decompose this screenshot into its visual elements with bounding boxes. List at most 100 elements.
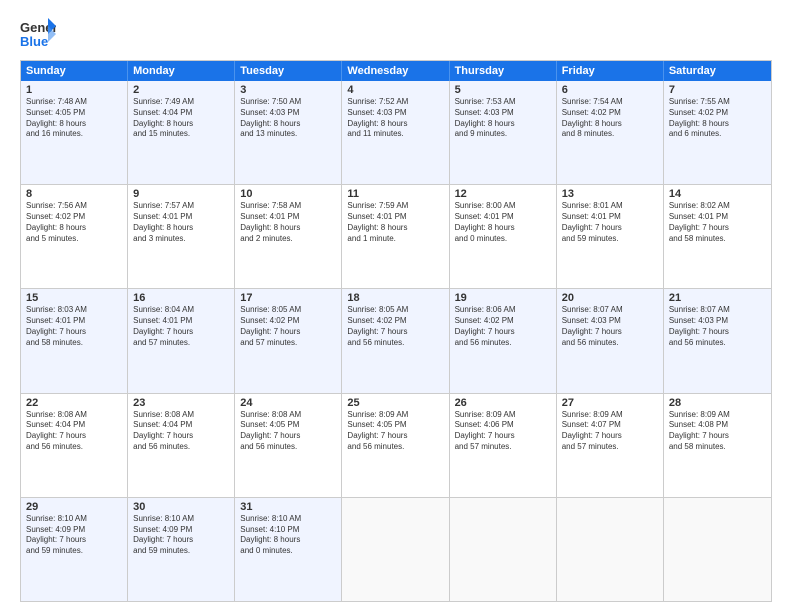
- cell-info-line: Daylight: 8 hours: [455, 223, 551, 234]
- day-number: 25: [347, 397, 443, 409]
- cell-info-line: Sunrise: 8:05 AM: [347, 305, 443, 316]
- cell-info-line: Daylight: 8 hours: [455, 119, 551, 130]
- cell-info-line: Sunrise: 7:57 AM: [133, 201, 229, 212]
- logo-icon: General Blue: [20, 16, 56, 52]
- cell-info-line: Sunset: 4:02 PM: [562, 108, 658, 119]
- day-cell-20: 20Sunrise: 8:07 AMSunset: 4:03 PMDayligh…: [557, 289, 664, 392]
- cell-info-line: Sunrise: 8:07 AM: [562, 305, 658, 316]
- cell-info-line: Daylight: 8 hours: [347, 223, 443, 234]
- cell-info-line: Daylight: 8 hours: [240, 223, 336, 234]
- cell-info-line: and 15 minutes.: [133, 129, 229, 140]
- day-number: 21: [669, 292, 766, 304]
- day-cell-15: 15Sunrise: 8:03 AMSunset: 4:01 PMDayligh…: [21, 289, 128, 392]
- day-cell-22: 22Sunrise: 8:08 AMSunset: 4:04 PMDayligh…: [21, 394, 128, 497]
- cell-info-line: Sunrise: 7:58 AM: [240, 201, 336, 212]
- day-cell-26: 26Sunrise: 8:09 AMSunset: 4:06 PMDayligh…: [450, 394, 557, 497]
- day-number: 1: [26, 84, 122, 96]
- cell-info-line: and 56 minutes.: [347, 442, 443, 453]
- day-cell-29: 29Sunrise: 8:10 AMSunset: 4:09 PMDayligh…: [21, 498, 128, 601]
- cell-info-line: Sunset: 4:03 PM: [240, 108, 336, 119]
- cell-info-line: and 9 minutes.: [455, 129, 551, 140]
- cell-info-line: Daylight: 7 hours: [133, 431, 229, 442]
- cell-info-line: Sunset: 4:02 PM: [669, 108, 766, 119]
- day-cell-10: 10Sunrise: 7:58 AMSunset: 4:01 PMDayligh…: [235, 185, 342, 288]
- day-number: 19: [455, 292, 551, 304]
- header-day-sunday: Sunday: [21, 61, 128, 81]
- day-cell-13: 13Sunrise: 8:01 AMSunset: 4:01 PMDayligh…: [557, 185, 664, 288]
- cell-info-line: Daylight: 8 hours: [562, 119, 658, 130]
- cell-info-line: and 59 minutes.: [133, 546, 229, 557]
- cell-info-line: Sunset: 4:06 PM: [455, 420, 551, 431]
- cell-info-line: Daylight: 8 hours: [26, 119, 122, 130]
- cell-info-line: and 16 minutes.: [26, 129, 122, 140]
- cell-info-line: and 57 minutes.: [455, 442, 551, 453]
- cell-info-line: Sunset: 4:01 PM: [562, 212, 658, 223]
- cell-info-line: Daylight: 7 hours: [347, 431, 443, 442]
- cell-info-line: and 56 minutes.: [133, 442, 229, 453]
- cell-info-line: and 6 minutes.: [669, 129, 766, 140]
- cell-info-line: Daylight: 7 hours: [562, 431, 658, 442]
- cell-info-line: Daylight: 8 hours: [26, 223, 122, 234]
- cell-info-line: Daylight: 7 hours: [669, 431, 766, 442]
- cell-info-line: Sunrise: 7:50 AM: [240, 97, 336, 108]
- cell-info-line: Sunrise: 7:49 AM: [133, 97, 229, 108]
- cell-info-line: Daylight: 7 hours: [347, 327, 443, 338]
- day-cell-4: 4Sunrise: 7:52 AMSunset: 4:03 PMDaylight…: [342, 81, 449, 184]
- day-number: 30: [133, 501, 229, 513]
- cell-info-line: and 0 minutes.: [240, 546, 336, 557]
- day-cell-9: 9Sunrise: 7:57 AMSunset: 4:01 PMDaylight…: [128, 185, 235, 288]
- cell-info-line: Sunset: 4:01 PM: [347, 212, 443, 223]
- cell-info-line: Sunrise: 8:08 AM: [133, 410, 229, 421]
- day-number: 6: [562, 84, 658, 96]
- cell-info-line: Sunrise: 7:53 AM: [455, 97, 551, 108]
- calendar: SundayMondayTuesdayWednesdayThursdayFrid…: [20, 60, 772, 602]
- day-number: 29: [26, 501, 122, 513]
- day-cell-12: 12Sunrise: 8:00 AMSunset: 4:01 PMDayligh…: [450, 185, 557, 288]
- cell-info-line: Sunset: 4:01 PM: [133, 212, 229, 223]
- calendar-header: SundayMondayTuesdayWednesdayThursdayFrid…: [21, 61, 771, 81]
- day-number: 2: [133, 84, 229, 96]
- calendar-week-4: 22Sunrise: 8:08 AMSunset: 4:04 PMDayligh…: [21, 394, 771, 498]
- cell-info-line: Sunset: 4:02 PM: [347, 316, 443, 327]
- cell-info-line: Daylight: 7 hours: [26, 431, 122, 442]
- day-cell-6: 6Sunrise: 7:54 AMSunset: 4:02 PMDaylight…: [557, 81, 664, 184]
- cell-info-line: Daylight: 7 hours: [26, 327, 122, 338]
- cell-info-line: and 0 minutes.: [455, 234, 551, 245]
- cell-info-line: and 58 minutes.: [669, 442, 766, 453]
- empty-cell: [664, 498, 771, 601]
- cell-info-line: Sunrise: 7:54 AM: [562, 97, 658, 108]
- cell-info-line: Sunset: 4:03 PM: [669, 316, 766, 327]
- day-number: 28: [669, 397, 766, 409]
- cell-info-line: Daylight: 7 hours: [455, 327, 551, 338]
- cell-info-line: Sunrise: 7:55 AM: [669, 97, 766, 108]
- day-number: 9: [133, 188, 229, 200]
- cell-info-line: Sunrise: 7:52 AM: [347, 97, 443, 108]
- day-number: 13: [562, 188, 658, 200]
- day-cell-18: 18Sunrise: 8:05 AMSunset: 4:02 PMDayligh…: [342, 289, 449, 392]
- cell-info-line: Sunrise: 7:56 AM: [26, 201, 122, 212]
- header-day-wednesday: Wednesday: [342, 61, 449, 81]
- cell-info-line: and 56 minutes.: [562, 338, 658, 349]
- cell-info-line: Sunrise: 8:09 AM: [669, 410, 766, 421]
- header-day-monday: Monday: [128, 61, 235, 81]
- svg-text:Blue: Blue: [20, 34, 48, 49]
- cell-info-line: Sunrise: 8:03 AM: [26, 305, 122, 316]
- day-cell-24: 24Sunrise: 8:08 AMSunset: 4:05 PMDayligh…: [235, 394, 342, 497]
- cell-info-line: Sunset: 4:04 PM: [133, 108, 229, 119]
- day-number: 18: [347, 292, 443, 304]
- cell-info-line: Sunrise: 8:09 AM: [455, 410, 551, 421]
- cell-info-line: Sunrise: 8:10 AM: [26, 514, 122, 525]
- cell-info-line: and 56 minutes.: [347, 338, 443, 349]
- cell-info-line: Sunrise: 8:02 AM: [669, 201, 766, 212]
- cell-info-line: Sunset: 4:10 PM: [240, 525, 336, 536]
- cell-info-line: Sunrise: 8:01 AM: [562, 201, 658, 212]
- page: General Blue SundayMondayTuesdayWednesda…: [0, 0, 792, 612]
- cell-info-line: and 3 minutes.: [133, 234, 229, 245]
- day-number: 26: [455, 397, 551, 409]
- cell-info-line: Sunset: 4:01 PM: [669, 212, 766, 223]
- cell-info-line: and 13 minutes.: [240, 129, 336, 140]
- cell-info-line: Daylight: 7 hours: [562, 223, 658, 234]
- cell-info-line: Sunset: 4:05 PM: [240, 420, 336, 431]
- day-number: 8: [26, 188, 122, 200]
- cell-info-line: Daylight: 7 hours: [455, 431, 551, 442]
